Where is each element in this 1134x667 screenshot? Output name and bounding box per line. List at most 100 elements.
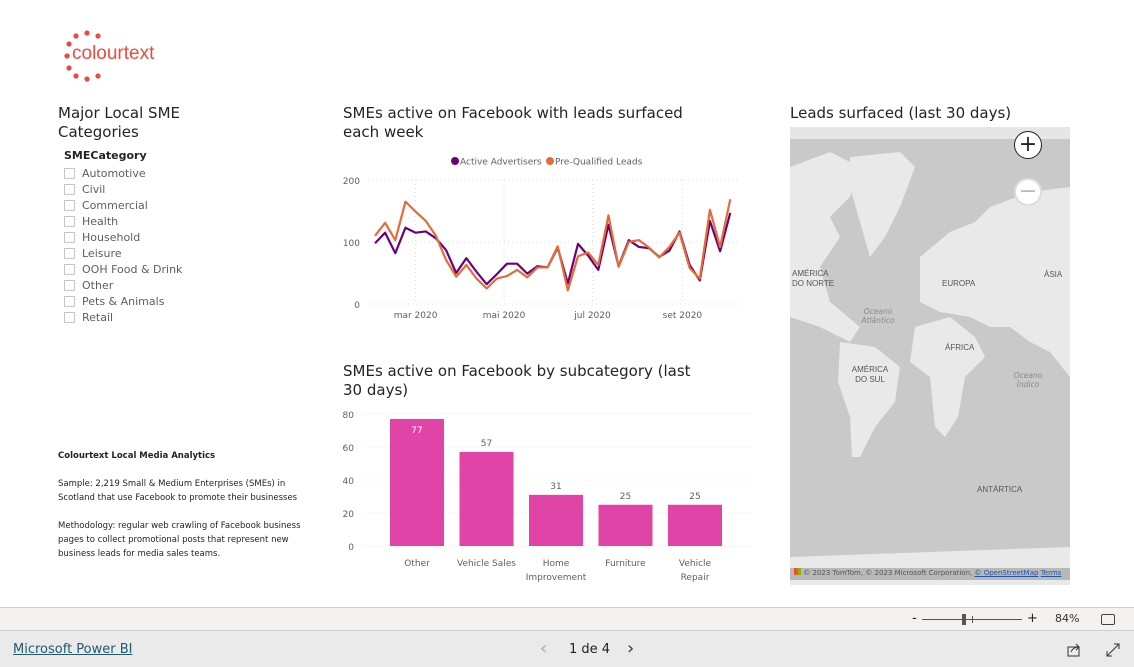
checkbox[interactable] xyxy=(64,231,75,243)
powerbi-footer: Microsoft Power BI ‹ 1 de 4 › xyxy=(0,631,1134,667)
checkbox[interactable] xyxy=(64,263,75,275)
legend-label: Pre-Qualified Leads xyxy=(555,158,643,168)
bar xyxy=(668,504,722,546)
slicer-item-label: Automotive xyxy=(82,166,146,180)
attribution-text: © 2023 TomTom, © 2023 Microsoft Corporat… xyxy=(803,569,973,577)
checkbox[interactable] xyxy=(64,311,75,323)
slicer-item[interactable]: Retail xyxy=(64,309,182,325)
y-tick-label: 20 xyxy=(343,510,355,520)
map-visual[interactable]: AMÉRICA DO NORTE EUROPA ÁSIA ÁFRICA AMÉR… xyxy=(790,127,1070,585)
slicer-item[interactable]: Automotive xyxy=(64,165,182,181)
slicer-item-label: Health xyxy=(82,214,119,228)
slicer-item[interactable]: Household xyxy=(64,229,182,245)
y-tick-label: 80 xyxy=(343,411,355,421)
data-label: 31 xyxy=(550,482,561,492)
legend-marker xyxy=(546,157,554,165)
checkbox[interactable] xyxy=(64,279,75,291)
slicer-item[interactable]: Pets & Animals xyxy=(64,293,182,309)
category-label: Vehicle Repair xyxy=(679,559,712,583)
x-tick-label: set 2020 xyxy=(663,311,703,321)
map-label-europe: EUROPA xyxy=(942,279,976,288)
slicer-item-label: Commercial xyxy=(82,198,148,212)
zoom-slider-center-tick xyxy=(972,616,973,623)
x-tick-label: jul 2020 xyxy=(573,311,611,321)
zoom-slider-handle[interactable] xyxy=(962,614,966,625)
slicer-item-label: Pets & Animals xyxy=(82,294,165,308)
category-label: Vehicle Sales xyxy=(457,559,516,569)
slicer-item-label: Household xyxy=(82,230,141,244)
share-icon[interactable] xyxy=(1067,643,1081,657)
slicer-title: Major Local SME Categories xyxy=(58,104,180,141)
terms-link[interactable]: Terms xyxy=(1041,569,1062,577)
checkbox[interactable] xyxy=(64,183,75,195)
bar-chart-title: SMEs active on Facebook by subcategory (… xyxy=(343,362,691,399)
map-label-antarctica: ANTÁRTICA xyxy=(977,485,1023,494)
bar xyxy=(529,494,583,546)
category-slicer: SMECategory Automotive Civil Commercial Hea… xyxy=(64,149,182,325)
y-tick-label: 60 xyxy=(343,444,355,454)
zoom-slider[interactable] xyxy=(922,614,1022,625)
slicer-field-header: SMECategory xyxy=(64,149,147,162)
map-title: Leads surfaced (last 30 days) xyxy=(790,104,1012,122)
checkbox[interactable] xyxy=(64,247,75,259)
zoom-bar: - + 84% xyxy=(0,607,1134,631)
checkbox[interactable] xyxy=(64,167,75,179)
info-text: Colourtext Local Media Analytics Sample:… xyxy=(58,449,308,561)
map-zoom-out-button[interactable]: − xyxy=(1014,178,1042,206)
x-tick-label: mai 2020 xyxy=(483,311,526,321)
data-label: 25 xyxy=(620,492,631,502)
map-label-atlantic: Oceano Atlântico xyxy=(861,307,895,325)
zoom-out-button[interactable]: - xyxy=(912,611,917,626)
slicer-item-label: Retail xyxy=(82,310,114,324)
map-zoom-in-button[interactable]: + xyxy=(1014,131,1042,159)
checkbox[interactable] xyxy=(64,199,75,211)
info-methodology: Methodology: regular web crawling of Fac… xyxy=(58,521,301,559)
checkbox[interactable] xyxy=(64,295,75,307)
logo-text: colourtext xyxy=(72,43,155,64)
y-tick-label: 100 xyxy=(343,239,360,249)
line-chart-title: SMEs active on Facebook with leads surfa… xyxy=(343,104,683,141)
map-label-indian: Oceano Índico xyxy=(1013,371,1043,389)
checkbox[interactable] xyxy=(64,215,75,227)
slicer-item[interactable]: Commercial xyxy=(64,197,182,213)
y-tick-label: 200 xyxy=(343,177,360,187)
slicer-item[interactable]: Health xyxy=(64,213,182,229)
data-label: 57 xyxy=(481,439,492,449)
map-label-asia: ÁSIA xyxy=(1044,270,1063,279)
colourtext-logo: colourtext xyxy=(62,30,182,82)
powerbi-link[interactable]: Microsoft Power BI xyxy=(13,642,132,657)
map-label-north-america: AMÉRICA DO NORTE xyxy=(792,269,835,288)
fit-to-page-icon[interactable] xyxy=(1101,614,1115,625)
osm-link[interactable]: © OpenStreetMap xyxy=(974,569,1038,577)
map-attribution: © 2023 TomTom, © 2023 Microsoft Corporat… xyxy=(790,568,1070,580)
slicer-item-label: Other xyxy=(82,278,114,292)
slicer-item[interactable]: Leisure xyxy=(64,245,182,261)
microsoft-logo-icon xyxy=(794,568,801,575)
slicer-item[interactable]: OOH Food & Drink xyxy=(64,261,182,277)
line-chart: 0 100 200 mar 2020 mai 2020 jul 2020 set 2020 A… xyxy=(343,157,740,321)
category-label: Home Improvement xyxy=(526,559,587,583)
y-tick-label: 0 xyxy=(348,543,354,553)
slicer-item[interactable]: Other xyxy=(64,277,182,293)
map-label-south-america: AMÉRICA DO SUL xyxy=(851,365,889,384)
legend-marker xyxy=(451,157,459,165)
series-line-pre-qualified-leads xyxy=(374,198,732,292)
next-page-button[interactable]: › xyxy=(627,638,634,659)
zoom-level: 84% xyxy=(1055,612,1080,625)
data-label: 25 xyxy=(689,492,700,502)
slicer-item[interactable]: Civil xyxy=(64,181,182,197)
info-heading: Colourtext Local Media Analytics xyxy=(58,451,216,461)
prev-page-button[interactable]: ‹ xyxy=(540,638,547,659)
bar xyxy=(390,418,444,546)
x-tick-label: mar 2020 xyxy=(394,311,438,321)
slicer-item-label: OOH Food & Drink xyxy=(82,262,183,276)
category-label: Furniture xyxy=(605,559,646,569)
zoom-in-button[interactable]: + xyxy=(1027,611,1038,626)
y-tick-label: 0 xyxy=(354,301,360,311)
bar xyxy=(459,451,514,546)
info-sample: Sample: 2,219 Small & Medium Enterprises… xyxy=(58,479,298,503)
fullscreen-icon[interactable] xyxy=(1106,643,1120,657)
legend-label: Active Advertisers xyxy=(460,158,542,168)
y-tick-label: 40 xyxy=(343,477,355,487)
slicer-item-label: Civil xyxy=(82,182,106,196)
